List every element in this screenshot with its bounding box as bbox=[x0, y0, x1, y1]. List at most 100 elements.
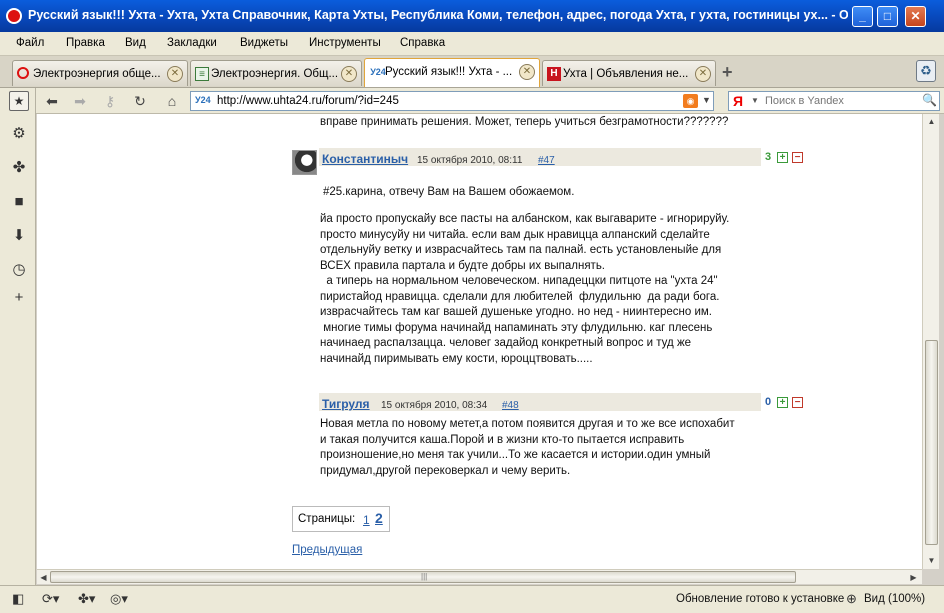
new-tab-icon[interactable]: + bbox=[722, 62, 733, 83]
close-tab-icon[interactable]: ✕ bbox=[519, 64, 535, 80]
post-line: ВСЕХ правила партала и будте добры их вы… bbox=[320, 259, 606, 272]
vertical-scrollbar[interactable]: ▲ ▼ bbox=[922, 114, 939, 569]
trash-icon[interactable]: ♻ bbox=[916, 60, 936, 82]
menu-view[interactable]: Вид bbox=[125, 37, 146, 49]
post-line: йа просто пропускайу все пасты на албанс… bbox=[320, 213, 730, 225]
post-line: изврасчайтесь там каг вашей душенькe уго… bbox=[320, 306, 713, 318]
avatar[interactable] bbox=[292, 150, 317, 175]
tab-bar: Электроэнергия обще... ✕ ≡ Электроэнерги… bbox=[0, 56, 944, 88]
zoom-icon[interactable]: ⊕ bbox=[846, 591, 857, 607]
maximize-button[interactable]: □ bbox=[877, 6, 898, 27]
scrollbar-thumb[interactable] bbox=[925, 340, 938, 545]
close-tab-icon[interactable]: ✕ bbox=[341, 66, 357, 82]
opera-logo-icon bbox=[6, 8, 22, 24]
bookmarks-panel-icon[interactable]: ★ bbox=[9, 91, 29, 111]
post-line: многие тимы форума начинайд напаминать э… bbox=[320, 321, 713, 334]
page-link-1[interactable]: 1 bbox=[363, 513, 370, 527]
close-tab-icon[interactable]: ✕ bbox=[167, 66, 183, 82]
post-number-link[interactable]: #48 bbox=[502, 400, 519, 411]
forward-icon[interactable]: ➡ bbox=[70, 92, 90, 110]
post-line: произношение,но меня так учили...То же к… bbox=[320, 449, 711, 461]
search-box[interactable]: Я ▼ 🔍 bbox=[728, 91, 940, 111]
post-rating: 0 bbox=[765, 396, 772, 408]
page-link-2[interactable]: 2 bbox=[375, 510, 383, 526]
gear-icon[interactable]: ⚙ bbox=[9, 124, 29, 144]
tab-electroenergy-1[interactable]: Электроэнергия обще... ✕ bbox=[12, 60, 188, 86]
search-input[interactable] bbox=[765, 94, 915, 108]
scroll-left-icon[interactable]: ◀ bbox=[37, 571, 50, 584]
search-icon[interactable]: 🔍 bbox=[922, 93, 937, 107]
scroll-up-icon[interactable]: ▲ bbox=[925, 115, 938, 128]
previous-post-tail: вправе принимать решения. Может, теперь … bbox=[320, 116, 729, 128]
scroll-right-icon[interactable]: ▶ bbox=[907, 571, 920, 584]
pagination-label: Страницы: bbox=[298, 513, 356, 525]
window-title: Русский язык!!! Ухта - Ухта, Ухта Справо… bbox=[28, 8, 848, 22]
status-text: Обновление готово к установке bbox=[676, 593, 845, 605]
post-line: начинайд пиримывать ему кости, юроццтвов… bbox=[320, 352, 593, 365]
post-date: 15 октября 2010, 08:11 bbox=[417, 155, 523, 166]
sync-icon[interactable]: ⟳▾ bbox=[42, 591, 59, 607]
scroll-down-icon[interactable]: ▼ bbox=[925, 554, 938, 567]
horizontal-scrollbar[interactable]: ◀ ||| ▶ bbox=[37, 569, 922, 584]
home-icon[interactable]: ⌂ bbox=[162, 92, 182, 110]
key-icon[interactable]: ⚷ bbox=[100, 92, 120, 110]
post-line: пиристайод нравицца. сделали для любител… bbox=[320, 290, 720, 303]
post-line: просто минусуйу ни читайа. если вам дык … bbox=[320, 228, 710, 241]
post-rating: 3 bbox=[765, 151, 772, 163]
turbo-icon[interactable]: ◎▾ bbox=[110, 591, 128, 607]
vote-up-icon[interactable]: + bbox=[777, 397, 788, 408]
post-line: #25.карина, отвечу Вам на Вашем обожаемо… bbox=[323, 186, 575, 198]
post-line: придумал,другой перековеркал и чему вери… bbox=[320, 464, 571, 477]
post-author[interactable]: Тигруля bbox=[322, 397, 370, 411]
chevron-down-icon[interactable]: ▼ bbox=[702, 95, 711, 105]
tab-electroenergy-2[interactable]: ≡ Электроэнергия. Общ... ✕ bbox=[190, 60, 362, 86]
title-bar: Русский язык!!! Ухта - Ухта, Ухта Справо… bbox=[0, 0, 944, 32]
back-icon[interactable]: ⬅ bbox=[42, 92, 62, 110]
url-text[interactable]: http://www.uhta24.ru/forum/?id=245 bbox=[217, 95, 399, 107]
menu-bar: Файл Правка Вид Закладки Виджеты Инструм… bbox=[0, 32, 944, 56]
reload-icon[interactable]: ↻ bbox=[130, 92, 150, 110]
downloads-icon[interactable]: ⬇ bbox=[9, 226, 29, 246]
menu-bookmarks[interactable]: Закладки bbox=[167, 37, 217, 49]
unite-status-icon[interactable]: ✤▾ bbox=[78, 591, 95, 607]
pagination: Страницы: 1 2 bbox=[292, 506, 390, 532]
notes-icon[interactable]: ■ bbox=[9, 192, 29, 212]
menu-help[interactable]: Справка bbox=[400, 37, 445, 49]
post-author[interactable]: Константиныч bbox=[322, 152, 408, 166]
post-date: 15 октября 2010, 08:34 bbox=[381, 400, 488, 411]
close-tab-icon[interactable]: ✕ bbox=[695, 66, 711, 82]
url-field[interactable]: У24 http://www.uhta24.ru/forum/?id=245 ◉… bbox=[190, 91, 714, 111]
zoom-level[interactable]: Вид (100%) bbox=[864, 593, 925, 605]
post-number-link[interactable]: #47 bbox=[538, 155, 555, 166]
panel-toggle-icon[interactable]: ◧ bbox=[12, 591, 24, 607]
vote-down-icon[interactable]: − bbox=[792, 397, 803, 408]
unite-icon[interactable]: ✤ bbox=[9, 158, 29, 178]
rss-icon[interactable]: ◉ bbox=[683, 94, 698, 108]
menu-tools[interactable]: Инструменты bbox=[309, 37, 381, 49]
history-icon[interactable]: ◷ bbox=[9, 260, 29, 280]
post-line: и такая получится каша.Порой и в жизни к… bbox=[320, 433, 685, 446]
menu-widgets[interactable]: Виджеты bbox=[240, 37, 288, 49]
post-line: а типерь на нормальном человеческом. нип… bbox=[320, 275, 718, 287]
tab-uhta-ads[interactable]: H Ухта | Объявления не... ✕ bbox=[542, 60, 716, 86]
vote-down-icon[interactable]: − bbox=[792, 152, 803, 163]
opera-o-icon bbox=[17, 67, 29, 79]
yandex-logo: Я bbox=[733, 93, 744, 109]
close-button[interactable]: ✕ bbox=[905, 6, 926, 27]
site-badge: У24 bbox=[195, 95, 211, 105]
minimize-button[interactable]: _ bbox=[852, 6, 873, 27]
tab-title: Русский язык!!! Ухта - ... bbox=[385, 66, 513, 78]
add-panel-icon[interactable]: + bbox=[9, 288, 29, 308]
tab-russian-language[interactable]: У24 Русский язык!!! Ухта - ... ✕ bbox=[364, 58, 540, 87]
post-line: начинаед распалзацца. человег задайод ко… bbox=[320, 337, 692, 349]
scrollbar-thumb[interactable]: ||| bbox=[50, 571, 796, 583]
status-bar: ◧ ⟳▾ ✤▾ ◎▾ Обновление готово к установке… bbox=[0, 585, 944, 613]
vote-up-icon[interactable]: + bbox=[777, 152, 788, 163]
grip-icon: ||| bbox=[421, 572, 428, 581]
previous-page-link[interactable]: Предыдущая bbox=[292, 544, 362, 556]
menu-edit[interactable]: Правка bbox=[66, 37, 105, 49]
tab-title: Электроэнергия обще... bbox=[33, 68, 161, 80]
side-panel: ★ ⚙ ✤ ■ ⬇ ◷ + bbox=[0, 88, 36, 585]
chevron-down-icon[interactable]: ▼ bbox=[751, 96, 759, 105]
menu-file[interactable]: Файл bbox=[16, 37, 44, 49]
